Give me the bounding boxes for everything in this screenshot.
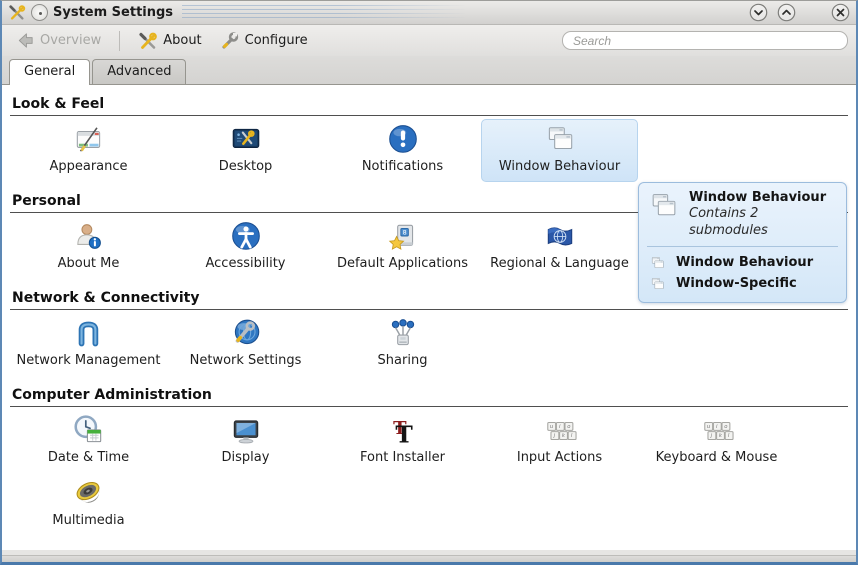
svg-text:o: o — [724, 424, 727, 430]
section-title-look-feel: Look & Feel — [10, 96, 848, 116]
svg-text:T: T — [395, 421, 413, 448]
module-font-installer[interactable]: TT Font Installer — [324, 410, 481, 473]
maximize-button[interactable] — [777, 3, 796, 22]
section-grid-computer-administration: Date & Time Display TT Font Installer uiojkl… — [2, 407, 856, 536]
module-display[interactable]: Display — [167, 410, 324, 473]
notifications-icon — [386, 123, 420, 157]
configure-label: Configure — [245, 33, 308, 48]
section-title-computer-administration: Computer Administration — [10, 387, 848, 407]
date-time-icon — [72, 414, 106, 448]
tooltip-entry-label: Window Behaviour — [676, 255, 813, 270]
module-label: Font Installer — [360, 450, 445, 465]
module-window-behaviour[interactable]: Window Behaviour — [481, 119, 638, 182]
tabbar: General Advanced — [2, 56, 856, 85]
module-list: Look & Feel Appearance Desktop Notification… — [2, 85, 856, 550]
keyboard-icon: uiojkl — [700, 414, 734, 448]
module-label: Keyboard & Mouse — [656, 450, 778, 465]
module-label: Regional & Language — [490, 256, 629, 271]
module-label: Sharing — [378, 353, 428, 368]
about-me-icon — [72, 220, 106, 254]
section-grid-network-connectivity: Network Management Network Settings Sharin… — [2, 310, 856, 376]
module-date-time[interactable]: Date & Time — [10, 410, 167, 473]
display-icon — [229, 414, 263, 448]
window-behaviour-icon — [543, 123, 577, 157]
tooltip-entry-window-specific[interactable]: Window-Specific — [647, 273, 838, 294]
keyboard-icon: uiojkl — [543, 414, 577, 448]
sharing-icon — [386, 317, 420, 351]
module-network-management[interactable]: Network Management — [10, 313, 167, 376]
tooltip-title: Window Behaviour — [689, 190, 838, 206]
back-arrow-icon — [16, 31, 35, 50]
app-icon — [8, 4, 26, 22]
svg-text:8: 8 — [402, 229, 406, 237]
window-behaviour-icon — [647, 190, 680, 223]
accessibility-icon — [229, 220, 263, 254]
minimize-button[interactable] — [749, 3, 768, 22]
module-network-settings[interactable]: Network Settings — [167, 313, 324, 376]
network-management-icon — [72, 317, 106, 351]
module-input-actions[interactable]: uiojkl Input Actions — [481, 410, 638, 473]
about-button[interactable]: About — [132, 29, 207, 53]
close-button[interactable] — [831, 3, 850, 22]
overview-button[interactable]: Overview — [10, 29, 107, 52]
configure-button[interactable]: Configure — [214, 29, 314, 53]
tooltip-subtitle: Contains 2 submodules — [689, 206, 838, 240]
tooltip-entry-label: Window-Specific — [676, 276, 797, 291]
tooltip-entry-window-behaviour[interactable]: Window Behaviour — [647, 252, 838, 273]
default-applications-icon: 8 — [386, 220, 420, 254]
about-label: About — [163, 33, 201, 48]
module-label: Desktop — [219, 159, 273, 174]
module-label: Appearance — [49, 159, 127, 174]
module-notifications[interactable]: Notifications — [324, 119, 481, 182]
tab-general[interactable]: General — [9, 59, 90, 85]
module-keyboard-mouse[interactable]: uiojkl Keyboard & Mouse — [638, 410, 795, 473]
titlebar-pinstripes — [182, 5, 467, 20]
svg-text:o: o — [567, 424, 570, 430]
toolbar: Overview About Configure — [2, 25, 856, 56]
multimedia-icon — [72, 477, 106, 511]
search-input[interactable] — [562, 31, 848, 50]
module-tooltip: Window Behaviour Contains 2 submodules W… — [638, 182, 847, 303]
font-installer-icon: TT — [386, 414, 420, 448]
module-about-me[interactable]: About Me — [10, 216, 167, 279]
module-label: Date & Time — [48, 450, 129, 465]
regional-language-icon — [543, 220, 577, 254]
module-label: Notifications — [362, 159, 443, 174]
window-menu-button[interactable] — [31, 4, 48, 21]
module-label: Display — [222, 450, 270, 465]
module-label: Input Actions — [517, 450, 602, 465]
configure-wrench-icon — [220, 31, 240, 51]
module-appearance[interactable]: Appearance — [10, 119, 167, 182]
statusbar — [2, 555, 856, 562]
module-default-applications[interactable]: 8 Default Applications — [324, 216, 481, 279]
module-label: Network Settings — [190, 353, 302, 368]
overview-label: Overview — [40, 33, 101, 48]
toolbar-separator — [119, 31, 120, 51]
module-label: Multimedia — [52, 513, 124, 528]
section-grid-look-feel: Appearance Desktop Notifications Window Beh… — [2, 116, 856, 182]
module-label: About Me — [58, 256, 120, 271]
network-settings-icon — [229, 317, 263, 351]
window-behaviour-icon — [649, 276, 666, 291]
system-settings-window: System Settings Over — [0, 0, 858, 565]
desktop-icon — [229, 123, 263, 157]
module-desktop[interactable]: Desktop — [167, 119, 324, 182]
tab-advanced[interactable]: Advanced — [92, 59, 186, 84]
tooltip-divider — [647, 246, 838, 247]
titlebar: System Settings — [2, 1, 856, 25]
module-label: Window Behaviour — [499, 159, 620, 174]
module-label: Network Management — [16, 353, 160, 368]
about-tools-icon — [138, 31, 158, 51]
module-multimedia[interactable]: Multimedia — [10, 473, 167, 536]
module-sharing[interactable]: Sharing — [324, 313, 481, 376]
module-label: Default Applications — [337, 256, 468, 271]
module-accessibility[interactable]: Accessibility — [167, 216, 324, 279]
window-title: System Settings — [53, 5, 173, 20]
appearance-icon — [72, 123, 106, 157]
module-label: Accessibility — [206, 256, 286, 271]
module-regional-language[interactable]: Regional & Language — [481, 216, 638, 279]
window-behaviour-icon — [649, 255, 666, 270]
